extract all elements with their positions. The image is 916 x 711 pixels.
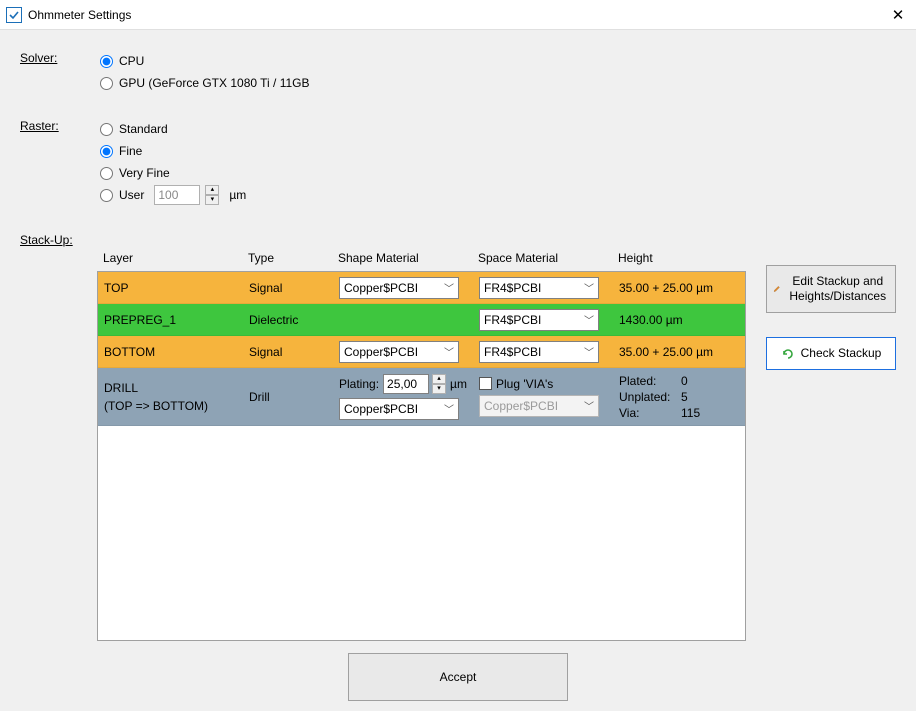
- cell-type: Signal: [249, 345, 339, 359]
- plug-label: Plug 'VIA's: [496, 377, 553, 391]
- table-row-drill: DRILL (TOP => BOTTOM) Drill Plating: 25,…: [98, 368, 745, 426]
- drill-type: Drill: [249, 390, 339, 404]
- stackup-label: Stack-Up:: [20, 232, 100, 247]
- cell-type: Dielectric: [249, 313, 339, 327]
- table-row-top: TOP Signal Copper$PCBI﹀ FR4$PCBI﹀ 35.00 …: [98, 272, 745, 304]
- table-row-prepreg: PREPREG_1 Dielectric FR4$PCBI﹀ 1430.00 µ…: [98, 304, 745, 336]
- edit-stackup-button[interactable]: Edit Stackup and Heights/Distances: [766, 265, 896, 313]
- cell-layer: PREPREG_1: [104, 313, 249, 327]
- raster-fine-radio[interactable]: [100, 145, 113, 158]
- space-select[interactable]: FR4$PCBI﹀: [479, 341, 599, 363]
- raster-label: Raster:: [20, 118, 100, 206]
- app-icon: [6, 7, 22, 23]
- raster-veryfine-label: Very Fine: [119, 166, 170, 180]
- raster-veryfine-radio[interactable]: [100, 167, 113, 180]
- solver-gpu-radio[interactable]: [100, 77, 113, 90]
- refresh-icon: [781, 347, 795, 361]
- plating-label: Plating:: [339, 377, 379, 391]
- accept-button[interactable]: Accept: [348, 653, 568, 701]
- close-button[interactable]: ✕: [888, 5, 908, 25]
- col-type: Type: [248, 251, 338, 265]
- plating-input[interactable]: 25,00: [383, 374, 429, 394]
- raster-user-label: User: [119, 188, 144, 202]
- plug-checkbox[interactable]: [479, 377, 492, 390]
- cell-height: 35.00 + 25.00 µm: [619, 345, 739, 359]
- shape-select[interactable]: Copper$PCBI﹀: [339, 341, 459, 363]
- titlebar: Ohmmeter Settings ✕: [0, 0, 916, 30]
- drill-sublayer: (TOP => BOTTOM): [104, 399, 249, 413]
- raster-user-unit: µm: [229, 188, 246, 202]
- chevron-down-icon: ﹀: [444, 280, 454, 295]
- drill-shape-select[interactable]: Copper$PCBI﹀: [339, 398, 459, 420]
- plating-spinner[interactable]: ▴▾: [432, 374, 446, 394]
- raster-standard-label: Standard: [119, 122, 168, 136]
- solver-gpu-label: GPU (GeForce GTX 1080 Ti / 11GB: [119, 76, 310, 90]
- raster-user-radio[interactable]: [100, 189, 113, 202]
- table-row-bottom: BOTTOM Signal Copper$PCBI﹀ FR4$PCBI﹀ 35.…: [98, 336, 745, 368]
- raster-user-input[interactable]: 100: [154, 185, 200, 205]
- drill-space-select: Copper$PCBI﹀: [479, 395, 599, 417]
- raster-user-spinner[interactable]: ▴▾: [205, 185, 219, 205]
- solver-cpu-radio[interactable]: [100, 55, 113, 68]
- table-header: Layer Type Shape Material Space Material…: [97, 251, 746, 271]
- space-select[interactable]: FR4$PCBI﹀: [479, 277, 599, 299]
- plating-unit: µm: [450, 377, 467, 391]
- chevron-down-icon: ﹀: [444, 401, 454, 416]
- solver-cpu-label: CPU: [119, 54, 144, 68]
- col-layer: Layer: [103, 251, 248, 265]
- cell-height: 35.00 + 25.00 µm: [619, 281, 739, 295]
- check-stackup-button[interactable]: Check Stackup: [766, 337, 896, 370]
- drill-layer: DRILL: [104, 381, 249, 395]
- window-title: Ohmmeter Settings: [28, 8, 131, 22]
- pencil-icon: [773, 282, 781, 296]
- chevron-down-icon: ﹀: [584, 280, 594, 295]
- col-space: Space Material: [478, 251, 618, 265]
- drill-stats: Plated:0 Unplated:5 Via:115: [619, 374, 739, 420]
- col-shape: Shape Material: [338, 251, 478, 265]
- raster-fine-label: Fine: [119, 144, 142, 158]
- chevron-down-icon: ﹀: [584, 344, 594, 359]
- col-height: Height: [618, 251, 738, 265]
- cell-layer: BOTTOM: [104, 345, 249, 359]
- chevron-down-icon: ﹀: [444, 344, 454, 359]
- stackup-table: TOP Signal Copper$PCBI﹀ FR4$PCBI﹀ 35.00 …: [97, 271, 746, 641]
- shape-select[interactable]: Copper$PCBI﹀: [339, 277, 459, 299]
- solver-label: Solver:: [20, 50, 100, 94]
- cell-type: Signal: [249, 281, 339, 295]
- cell-height: 1430.00 µm: [619, 313, 739, 327]
- raster-standard-radio[interactable]: [100, 123, 113, 136]
- chevron-down-icon: ﹀: [584, 398, 594, 413]
- cell-layer: TOP: [104, 281, 249, 295]
- chevron-down-icon: ﹀: [584, 312, 594, 327]
- space-select[interactable]: FR4$PCBI﹀: [479, 309, 599, 331]
